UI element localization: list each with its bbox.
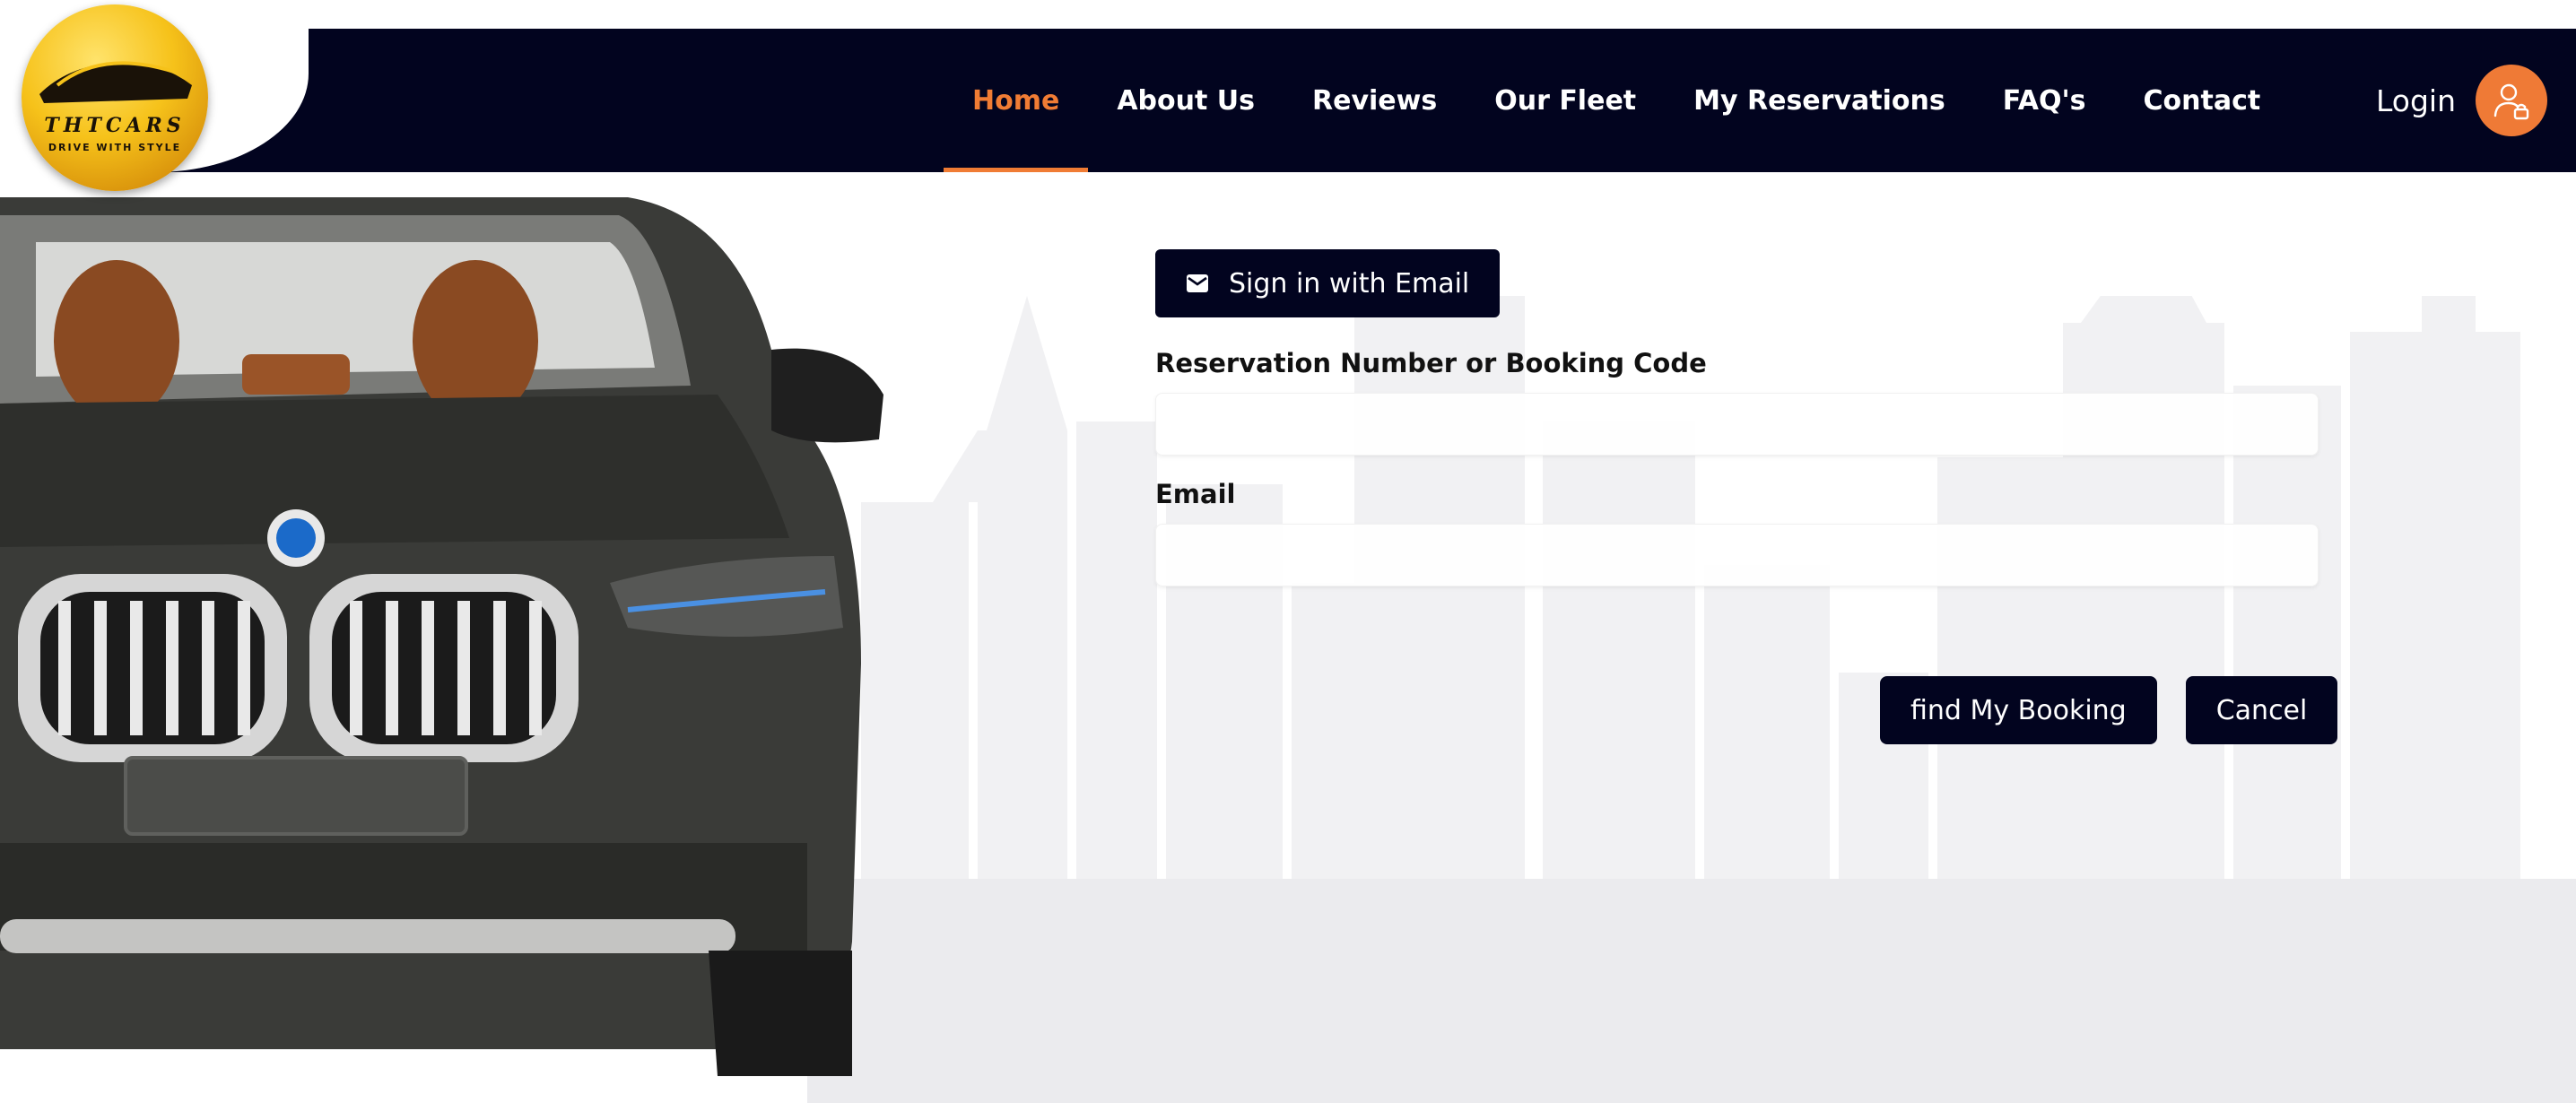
find-my-booking-button[interactable]: find My Booking: [1880, 676, 2157, 744]
email-label: Email: [1155, 479, 1236, 509]
nav-item-our-fleet[interactable]: Our Fleet: [1494, 29, 1636, 172]
form-actions: find My Booking Cancel: [1880, 676, 2338, 744]
login-avatar-button[interactable]: [2476, 65, 2547, 136]
nav-item-contact[interactable]: Contact: [2144, 29, 2261, 172]
sign-in-with-email-button[interactable]: Sign in with Email: [1155, 249, 1501, 317]
login-area: Login: [2376, 29, 2547, 172]
user-lock-icon: [2493, 83, 2529, 120]
email-input[interactable]: [1155, 524, 2319, 586]
cancel-button[interactable]: Cancel: [2185, 676, 2338, 744]
brand-tagline: DRIVE WITH STYLE: [48, 142, 182, 153]
main-nav: Home About Us Reviews Our Fleet My Reser…: [944, 29, 2318, 172]
login-link[interactable]: Login: [2376, 83, 2456, 118]
sign-in-with-email-label: Sign in with Email: [1229, 267, 1470, 300]
reservation-number-label: Reservation Number or Booking Code: [1155, 348, 1707, 378]
nav-item-reviews[interactable]: Reviews: [1312, 29, 1437, 172]
mail-icon: [1186, 274, 1209, 293]
nav-item-home[interactable]: Home: [944, 29, 1089, 172]
reservation-number-input[interactable]: [1155, 393, 2319, 456]
nav-item-faqs[interactable]: FAQ's: [2003, 29, 2086, 172]
nav-item-my-reservations[interactable]: My Reservations: [1693, 29, 1945, 172]
page: THTCARS DRIVE WITH STYLE Home About Us R…: [0, 0, 2576, 1103]
nav-item-about-us[interactable]: About Us: [1117, 29, 1255, 172]
brand-logo-text: THTCARS: [44, 114, 186, 137]
suv-car-image: [0, 197, 883, 1076]
find-booking-form: Sign in with Email Reservation Number or…: [1155, 249, 2319, 586]
brand-logo[interactable]: THTCARS DRIVE WITH STYLE: [22, 4, 208, 191]
